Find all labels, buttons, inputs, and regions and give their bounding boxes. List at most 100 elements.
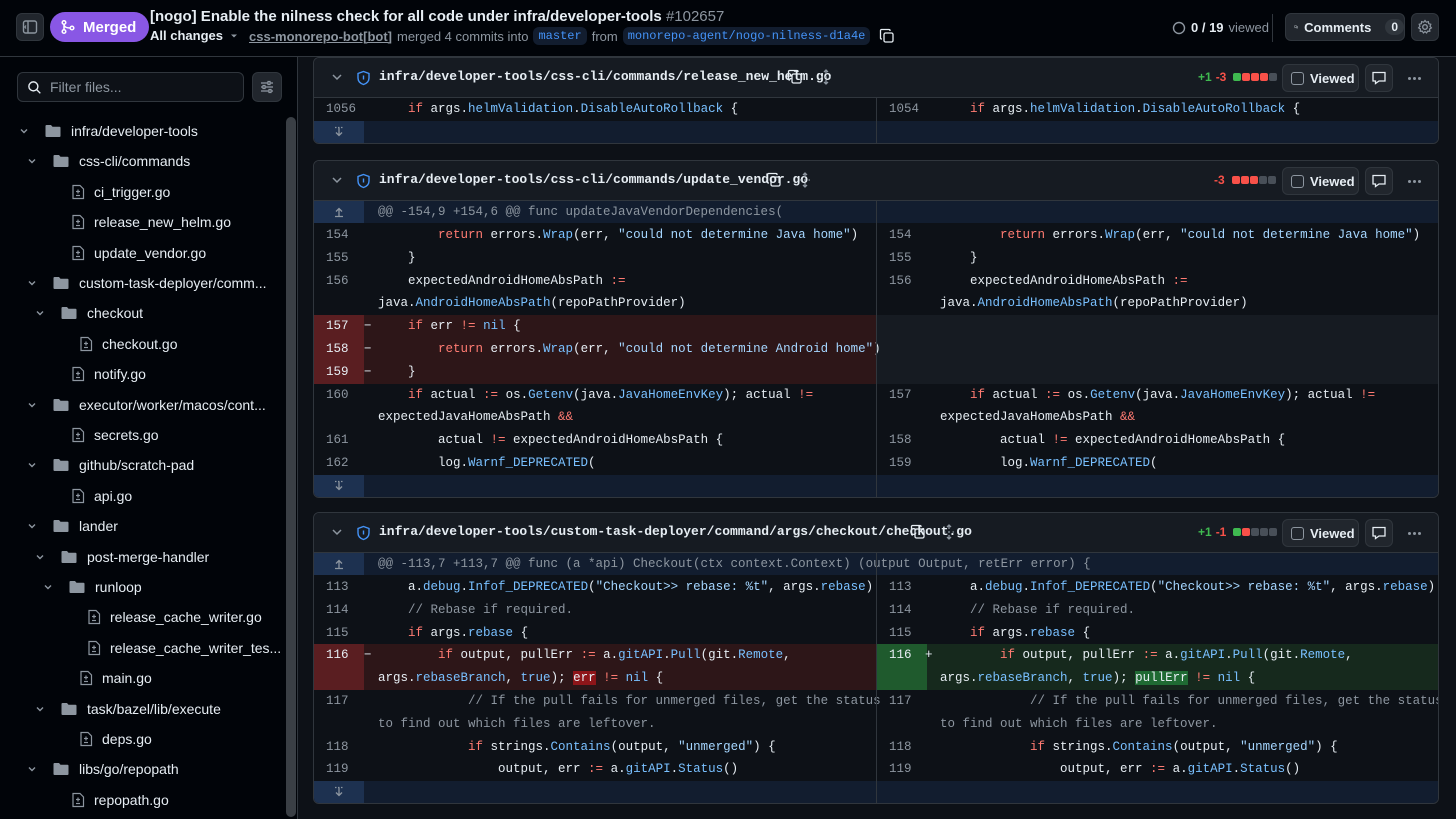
more-options-kebab-icon[interactable] [1402, 68, 1426, 88]
expand-all-icon[interactable] [941, 524, 957, 543]
left-line-number[interactable]: 118 [314, 736, 364, 759]
right-line-number[interactable]: 1054 [877, 98, 927, 121]
tree-folder[interactable]: custom-task-deployer/comm... [0, 268, 283, 298]
left-line-number[interactable]: 155 [314, 247, 364, 270]
left-line-number[interactable]: 154 [314, 224, 364, 247]
tree-folder[interactable]: libs/go/repopath [0, 754, 283, 784]
tree-file[interactable]: main.go [0, 663, 283, 693]
right-line-number[interactable]: 159 [877, 452, 927, 475]
expand-down-button[interactable] [314, 781, 364, 804]
expand-up-button[interactable] [314, 553, 364, 575]
checkbox[interactable] [1291, 174, 1304, 188]
file-path[interactable]: infra/developer-tools/css-cli/commands/r… [379, 69, 831, 84]
left-line-number[interactable]: 160 [314, 384, 364, 430]
left-line-number[interactable]: 1056 [314, 98, 364, 121]
filter-files-input[interactable] [50, 79, 230, 95]
expand-up-button[interactable] [314, 201, 364, 223]
all-changes-dropdown[interactable]: All changes [150, 28, 239, 43]
left-line-number[interactable]: 159 [314, 360, 364, 384]
tree-folder[interactable]: github/scratch-pad [0, 450, 283, 480]
tree-file[interactable]: release_cache_writer_tes... [0, 633, 283, 663]
right-line-number[interactable]: 157 [877, 384, 927, 430]
right-line-number[interactable]: 114 [877, 599, 927, 622]
right-line-number[interactable]: 118 [877, 736, 927, 759]
settings-button[interactable] [1411, 13, 1439, 41]
right-line-number[interactable]: 115 [877, 622, 927, 645]
sidebar-scrollbar[interactable] [286, 117, 296, 817]
viewed-checkbox-button[interactable]: Viewed [1282, 64, 1359, 92]
tree-file[interactable]: ci_trigger.go [0, 177, 283, 207]
comment-button[interactable] [1365, 64, 1393, 92]
viewed-checkbox-button[interactable]: Viewed [1282, 167, 1359, 195]
right-line-number[interactable]: 116 [877, 644, 927, 690]
tree-folder[interactable]: post-merge-handler [0, 542, 283, 572]
file-path[interactable]: infra/developer-tools/custom-task-deploy… [379, 524, 972, 539]
tree-file[interactable]: notify.go [0, 359, 283, 389]
expand-down-button[interactable] [314, 120, 364, 143]
more-options-kebab-icon[interactable] [1402, 171, 1426, 191]
right-line-number[interactable]: 158 [877, 429, 927, 452]
filter-files-field[interactable] [17, 72, 244, 102]
tree-file[interactable]: deps.go [0, 724, 283, 754]
right-line-number[interactable]: 154 [877, 224, 927, 247]
expand-down-button[interactable] [314, 474, 364, 497]
tree-file[interactable]: release_cache_writer.go [0, 602, 283, 632]
right-line-number[interactable]: 156 [877, 270, 927, 316]
left-line-number[interactable]: 161 [314, 429, 364, 452]
checkbox[interactable] [1291, 71, 1304, 85]
tree-folder[interactable]: checkout [0, 298, 283, 328]
filter-options-button[interactable] [252, 72, 282, 102]
collapse-chevron-icon[interactable] [330, 525, 344, 542]
tree-file[interactable]: checkout.go [0, 329, 283, 359]
tree-file[interactable]: secrets.go [0, 420, 283, 450]
right-line-number[interactable]: 113 [877, 576, 927, 599]
tree-file[interactable]: update_vendor.go [0, 238, 283, 268]
tree-file[interactable]: repopath.go [0, 785, 283, 815]
left-line-number[interactable]: 119 [314, 758, 364, 781]
tree-folder[interactable]: executor/worker/macos/cont... [0, 390, 283, 420]
left-line-number[interactable]: 115 [314, 622, 364, 645]
comment-button[interactable] [1365, 167, 1393, 195]
head-branch[interactable]: monorepo-agent/nogo-nilness-d1a4e [622, 27, 871, 45]
right-line-number[interactable]: 155 [877, 247, 927, 270]
tree-file[interactable]: api.go [0, 481, 283, 511]
sidebar-icon [22, 20, 38, 34]
tree-file[interactable]: release_new_helm.go [0, 207, 283, 237]
tree-folder[interactable]: lander [0, 511, 283, 541]
comment-button[interactable] [1365, 519, 1393, 547]
author-link[interactable]: css-monorepo-bot[bot] [249, 29, 392, 44]
left-line-number[interactable]: 114 [314, 599, 364, 622]
tree-item-label: lander [79, 518, 118, 535]
expand-all-icon[interactable] [797, 172, 813, 191]
copy-icon[interactable] [766, 172, 782, 191]
file-path[interactable]: infra/developer-tools/css-cli/commands/u… [379, 172, 808, 187]
copy-icon[interactable] [910, 524, 926, 543]
left-line-number[interactable]: 117 [314, 690, 364, 736]
right-line-number[interactable]: 117 [877, 690, 927, 736]
comments-button[interactable]: Comments 0 [1285, 13, 1405, 41]
left-line-number[interactable]: 156 [314, 270, 364, 316]
left-line-number[interactable]: 157 [314, 315, 364, 338]
tree-item-label: main.go [102, 670, 152, 687]
tree-folder[interactable]: css-cli/commands [0, 146, 283, 176]
collapse-chevron-icon[interactable] [330, 173, 344, 190]
right-code-line: output, err := a.gitAPI.Status() [940, 762, 1301, 777]
collapse-chevron-icon[interactable] [330, 70, 344, 87]
tree-folder[interactable]: runloop [0, 572, 283, 602]
sidebar-toggle-button[interactable] [16, 13, 44, 41]
viewed-checkbox-button[interactable]: Viewed [1282, 519, 1359, 547]
more-options-kebab-icon[interactable] [1402, 523, 1426, 543]
left-line-number[interactable]: 158 [314, 338, 364, 361]
copy-icon[interactable] [787, 69, 803, 88]
copy-icon[interactable] [879, 28, 895, 44]
base-branch[interactable]: master [533, 27, 587, 45]
tree-folder[interactable]: task/bazel/lib/execute [0, 694, 283, 724]
right-line-number[interactable]: 119 [877, 758, 927, 781]
left-line-number[interactable]: 116 [314, 644, 364, 690]
chevron-down-icon [18, 126, 30, 136]
tree-folder[interactable]: infra/developer-tools [0, 116, 283, 146]
expand-all-icon[interactable] [818, 69, 834, 88]
left-line-number[interactable]: 113 [314, 576, 364, 599]
left-line-number[interactable]: 162 [314, 452, 364, 475]
checkbox[interactable] [1291, 526, 1304, 540]
